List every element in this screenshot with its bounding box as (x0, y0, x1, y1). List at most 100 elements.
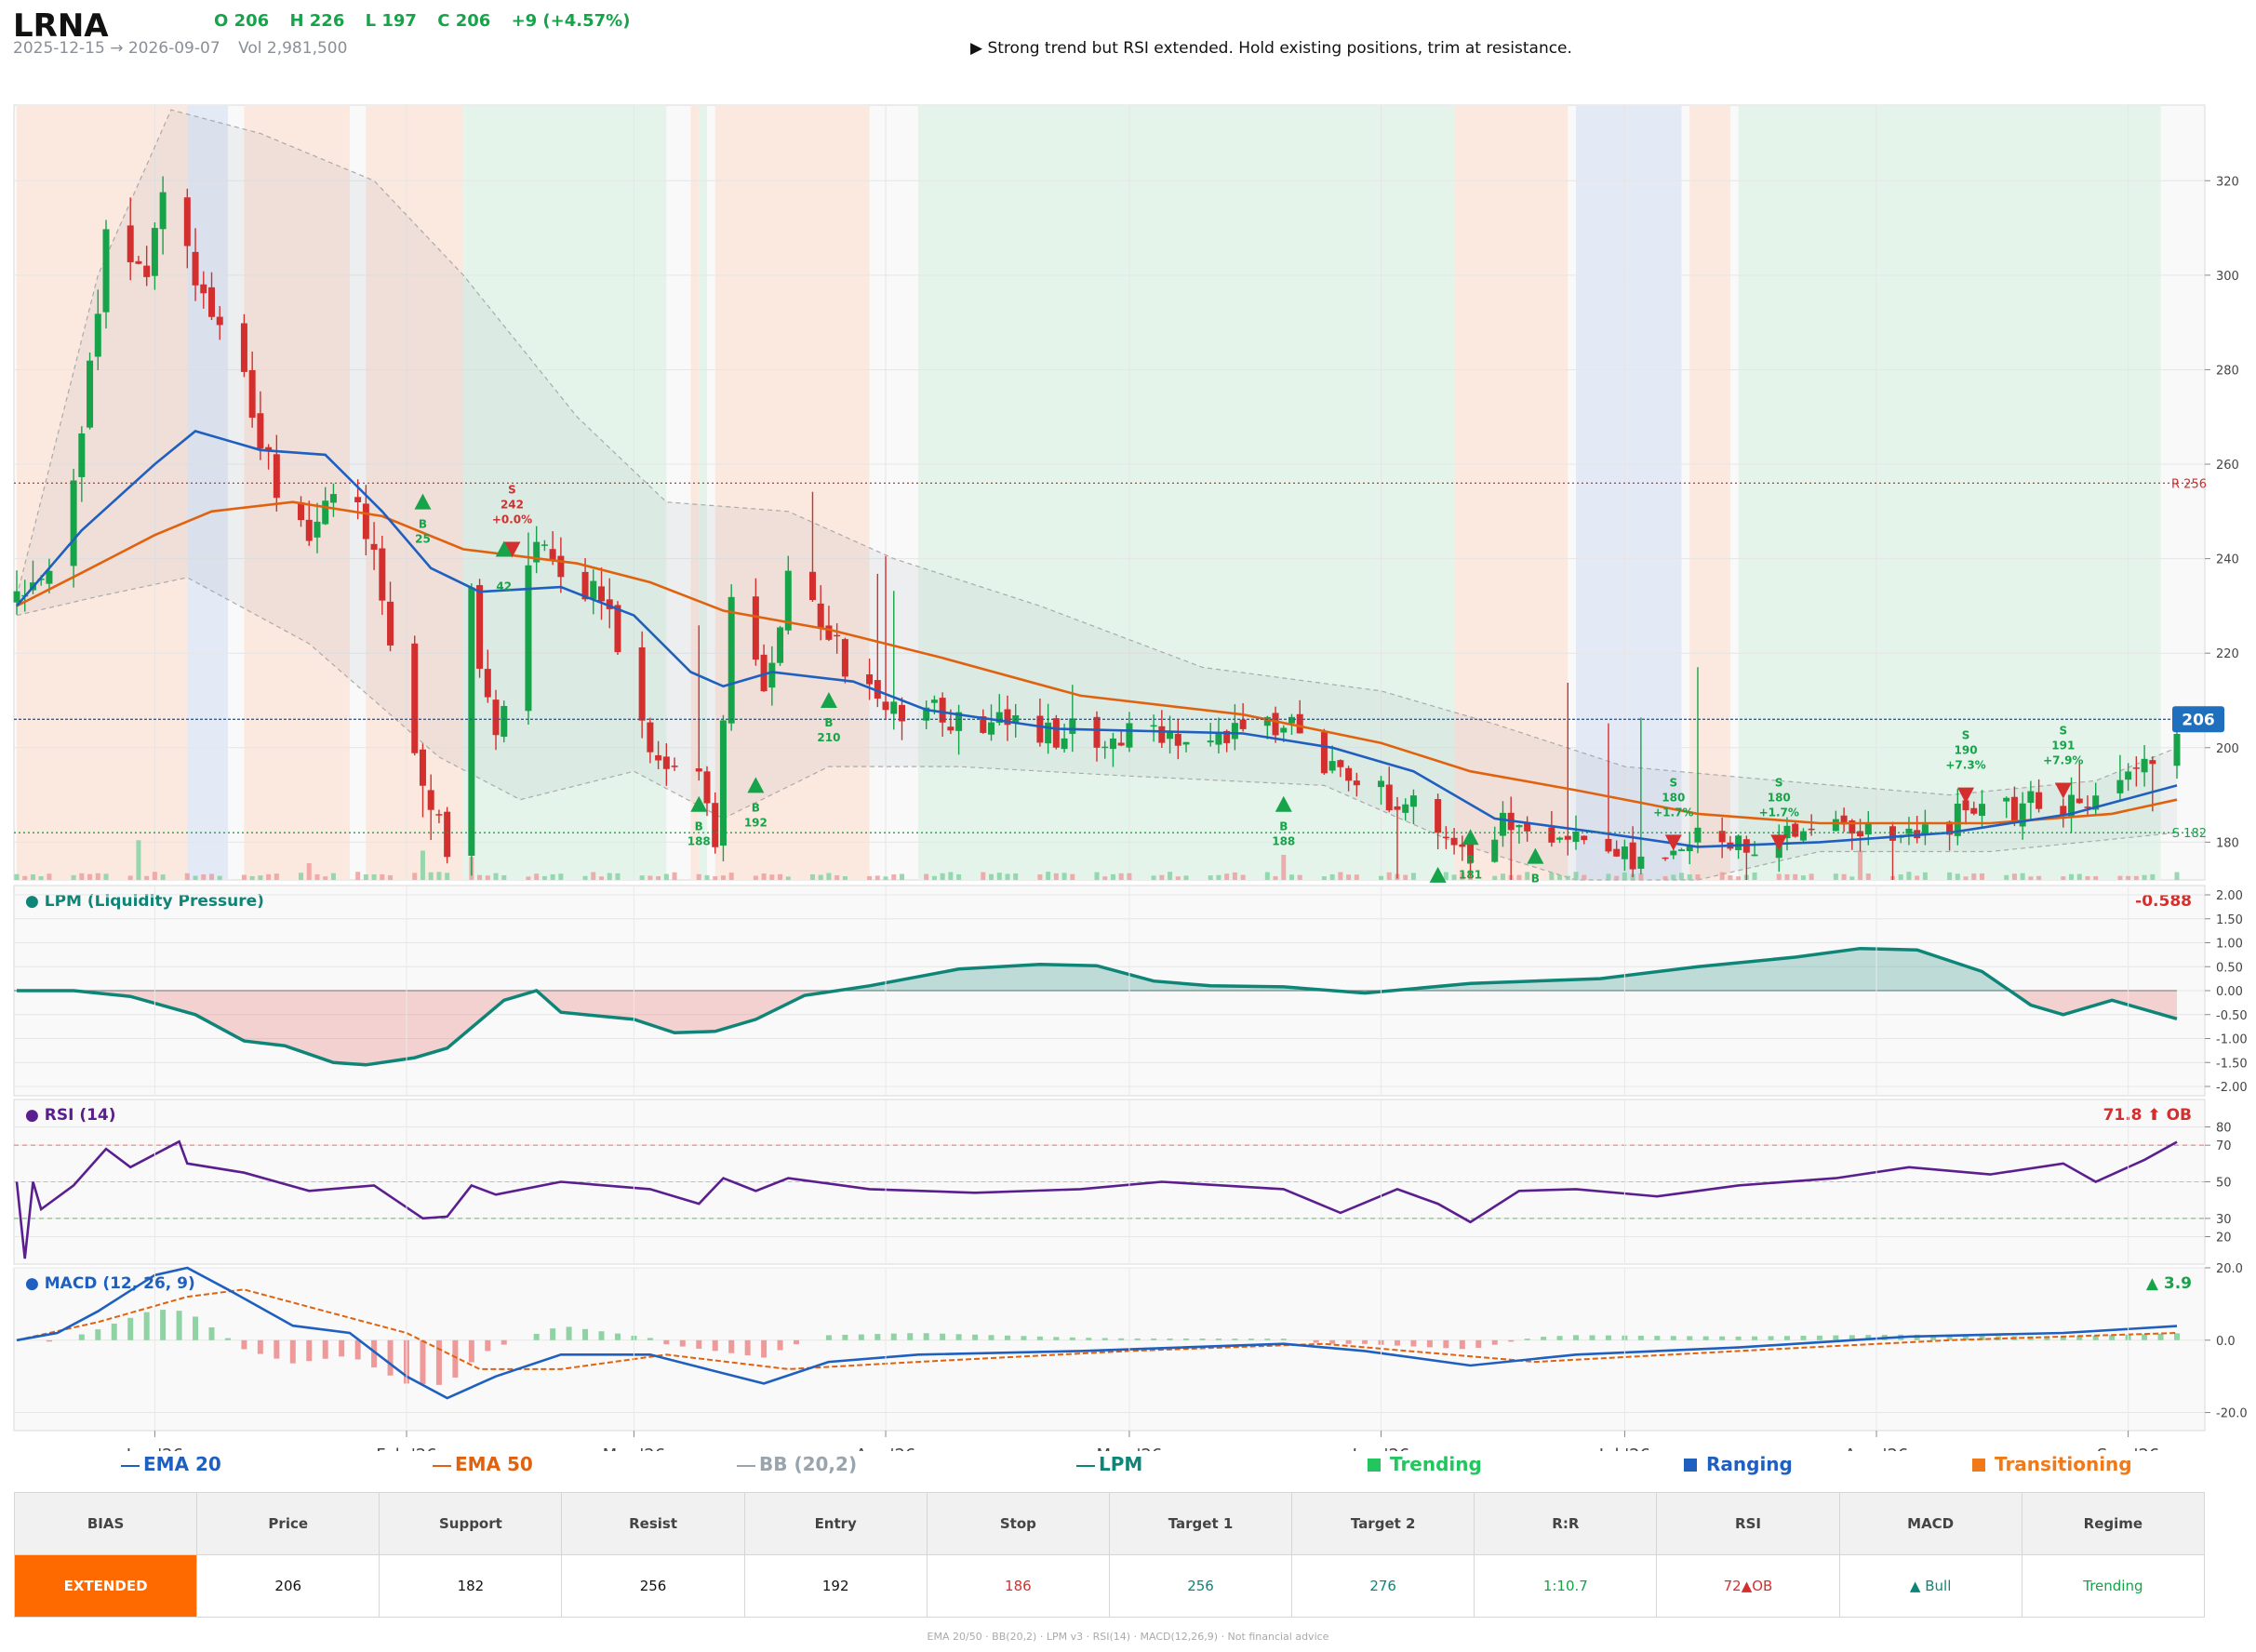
candle-up (151, 228, 158, 276)
candle-up (1069, 718, 1076, 734)
macd-histogram-bar (696, 1339, 702, 1349)
candle-down (1613, 848, 1621, 857)
volume-bar (867, 875, 873, 880)
candle-up (46, 570, 53, 584)
volume-bar (615, 873, 621, 880)
candle-up (1402, 804, 1409, 813)
volume-bar (1687, 873, 1692, 880)
macd-histogram-bar (1329, 1339, 1336, 1344)
summary-header-stop: Stop (926, 1492, 1110, 1555)
macd-histogram-bar (1816, 1335, 1822, 1340)
volume-bar (249, 875, 255, 880)
candle-down (476, 585, 484, 669)
price-axis-tick-label: 280 (2216, 364, 2239, 378)
candle-down (671, 766, 678, 767)
sell-signal-pnl: +7.9% (2043, 753, 2083, 766)
candle-down (947, 726, 954, 731)
candle-down (1174, 733, 1181, 746)
candle-down (183, 197, 191, 246)
volume-bar (1061, 873, 1067, 880)
chart-canvas[interactable]: 180 200 220 240 260 280 300 320 R 256 S 182 206 B 25… (0, 0, 2256, 1451)
volume-bar (71, 874, 76, 880)
volume-bar (891, 874, 897, 880)
volume-bar (647, 875, 653, 880)
support-label: S 182 (2172, 827, 2207, 841)
rsi-panel-title: ● RSI (14) (25, 1106, 116, 1125)
volume-bar (1841, 873, 1847, 880)
volume-bar (2028, 876, 2034, 880)
price-axis-tick-label: 300 (2216, 270, 2239, 284)
candle-up (1150, 725, 1157, 727)
summary-header-target-2: Target 2 (1291, 1492, 1475, 1555)
volume-bar (380, 873, 385, 880)
candle-down (866, 673, 874, 685)
volume-bar (1443, 872, 1448, 880)
candle-up (468, 587, 475, 857)
legend-trending-label: Trending (1390, 1453, 1482, 1475)
candle-down (1970, 807, 1978, 814)
volume-bar (1719, 872, 1725, 880)
macd-histogram-bar (825, 1335, 832, 1340)
legend-transitioning: Transitioning (1972, 1453, 2132, 1475)
price-panel[interactable]: 180 200 220 240 260 280 300 320 R 256 S 182 206 B 25… (13, 104, 2239, 900)
volume-bar (1289, 874, 1295, 880)
candle-down (712, 803, 719, 847)
volume-bar (785, 876, 791, 880)
macd-panel-title-last-value: ▲ 3.9 (2146, 1274, 2192, 1293)
candle-up (1832, 819, 1839, 832)
rsi-panel[interactable]: ● RSI (14) 71.8 ⬆ OB 20 30 50 70 80 (13, 1099, 2232, 1265)
volume-bar (1849, 876, 1855, 880)
candle-down (1581, 835, 1588, 841)
volume-bar (1614, 875, 1620, 880)
candle-down (2149, 760, 2156, 765)
candle-down (2060, 806, 2067, 815)
summary-table: BIAS Price Support Resist Entry Stop Target 1T… (13, 1492, 2206, 1618)
candle-down (484, 669, 491, 698)
volume-bar (144, 875, 150, 880)
candle-down (216, 316, 223, 326)
summary-value-regime: Trending (2021, 1554, 2206, 1618)
buy-signal-label: B (1466, 853, 1475, 866)
volume-bar (1833, 873, 1838, 880)
volume-bar (899, 873, 904, 880)
macd-histogram-bar (1654, 1336, 1661, 1340)
candle-down (695, 768, 702, 772)
macd-panel[interactable]: ● MACD (12, 26, 9) ▲ 3.9 -20.0 0.0 20.0 (13, 1262, 2248, 1432)
candle-down (257, 413, 264, 449)
macd-histogram-bar (111, 1323, 117, 1340)
macd-histogram-bar (550, 1328, 556, 1340)
volume-bar (330, 873, 336, 880)
volume-bar (769, 874, 775, 880)
chart-legend: EMA 20 EMA 50 BB (20,2) LPM Trending Ran… (0, 1451, 2256, 1479)
price-axis-tick-label: 240 (2216, 553, 2239, 567)
candle-up (890, 701, 898, 714)
summary-value-target-2: 276 (1291, 1554, 1475, 1618)
candle-up (1182, 741, 1190, 745)
macd-histogram-bar (1475, 1339, 1482, 1349)
volume-bar (599, 876, 605, 880)
macd-histogram-bar (1264, 1339, 1271, 1340)
lpm-panel[interactable]: ● LPM (Liquidity Pressure) -0.588-2.00-1.… (13, 885, 2248, 1097)
candle-down (2036, 792, 2043, 809)
legend-ema20-label: EMA 20 (143, 1453, 221, 1475)
macd-histogram-bar (289, 1339, 296, 1364)
volume-bar (541, 875, 547, 880)
summary-value-r-r: 1:10.7 (1474, 1554, 1658, 1618)
macd-histogram-bar (1167, 1338, 1173, 1340)
buy-signal-price: 42 (496, 580, 512, 593)
candle-down (1450, 837, 1458, 846)
volume-bar (1865, 873, 1871, 880)
volume-bar (30, 874, 35, 880)
candle-down (192, 251, 199, 286)
x-axis: Jan '26Feb '26Mar '26Apr '26May '26Jun '… (126, 1431, 2159, 1451)
legend-ema20: EMA 20 (121, 1453, 221, 1475)
volume-bar (1354, 874, 1359, 880)
candle-up (1678, 849, 1686, 852)
macd-histogram-bar (1394, 1339, 1400, 1346)
candle-down (1052, 718, 1060, 748)
candle-up (2027, 791, 2035, 804)
candle-up (1556, 837, 1564, 840)
volume-bar (1922, 872, 1928, 880)
price-axis-tick-label: 200 (2216, 742, 2239, 756)
volume-bar (1208, 875, 1213, 880)
